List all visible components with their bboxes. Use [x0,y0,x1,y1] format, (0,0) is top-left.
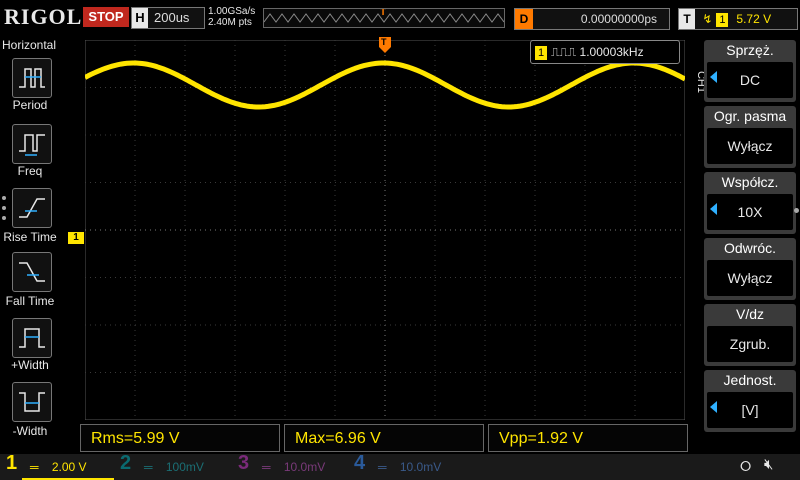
ch3-number[interactable]: 3 [238,452,249,475]
pos-width-label: +Width [11,358,49,372]
rise-time-label: Rise Time [3,230,57,244]
ch3-scale-tab[interactable]: ═ 10.0mV [254,456,346,478]
coupling-value: DC [707,62,793,98]
left-arrow-icon [710,401,717,413]
rigol-logo: RIGOL [4,4,83,29]
ch4-scale: 10.0mV [399,460,442,474]
ch4-number[interactable]: 4 [354,452,365,475]
sample-info: 1.00GSa/s 2.40M pts [208,6,255,28]
measurement-max: Max=6.96 V [284,424,484,452]
trigger-key: T [679,9,695,29]
unit-value: [V] [707,392,793,428]
coupling-option[interactable]: Sprzęż. DC [704,40,796,102]
trigger-source: 1 [716,12,729,27]
horizontal-key: H [132,8,148,28]
timebase-value: 200us [154,10,190,25]
overview-trigger-marker: T [380,8,387,18]
delay-key: D [515,9,533,29]
dc-coupling-icon: ═ [262,460,271,474]
probe-ratio-value: 10X [707,194,793,230]
freq-icon [19,134,45,156]
trigger-box[interactable]: T ↯ 1 5.72 V [678,8,798,30]
pulse-icon: ⎍⎍⎍ [551,45,577,59]
left-arrow-icon [710,203,717,215]
ch1-scale-tab[interactable]: ═ 2.00 V [22,456,114,480]
rise-time-button[interactable] [12,188,52,228]
ch1-ground-marker[interactable]: 1 [68,232,84,244]
probe-ratio-option[interactable]: Współcz. 10X [704,172,796,234]
volts-div-option[interactable]: V/dz Zgrub. [704,304,796,366]
sample-rate: 1.00GSa/s [208,6,256,17]
ch2-number[interactable]: 2 [120,452,131,475]
ch3-scale: 10.0mV [283,460,326,474]
rise-time-icon [19,198,45,218]
coupling-title: Sprzęż. [726,42,774,58]
trigger-level: 5.72 V [736,12,772,26]
edge-trigger-icon: ↯ [702,12,713,26]
trigger-position-text: T [381,37,387,47]
delay-value: 0.00000000ps [580,12,657,26]
negative-width-icon [19,392,45,412]
fall-time-icon [19,262,45,282]
unit-option[interactable]: Jednost. [V] [704,370,796,432]
measurement-vpp: Vpp=1.92 V [488,424,688,452]
volts-div-title: V/dz [735,306,764,322]
measurement-rms: Rms=5.99 V [80,424,280,452]
scroll-dot [2,196,6,200]
neg-width-button[interactable] [12,382,52,422]
volts-div-value: Zgrub. [707,326,793,362]
measure-menu: Period Freq Rise Time Fall Time +Width -… [0,36,60,456]
delay-box[interactable]: D 0.00000000ps [514,8,670,30]
period-label: Period [12,98,48,112]
dc-coupling-icon: ═ [378,460,387,474]
frequency-counter: 1 ⎍⎍⎍ 1.00003kHz [530,40,680,64]
ch1-scale: 2.00 V [51,460,87,474]
freq-label: Freq [17,164,43,178]
timebase-box[interactable]: H 200us [131,7,205,29]
ch2-scale-tab[interactable]: ═ 100mV [136,456,228,478]
waveform-display[interactable] [85,40,685,420]
bandwidth-title: Ogr. pasma [713,108,787,124]
speaker-mute-icon[interactable]: 🔇︎ [764,456,773,473]
trigger-position-marker[interactable]: T [379,37,391,55]
left-arrow-icon [710,71,717,83]
freq-value: 1.00003kHz [579,45,644,59]
menu-page-dot [794,208,799,213]
ch4-scale-tab[interactable]: ═ 10.0mV [370,456,462,478]
invert-option[interactable]: Odwróc. Wyłącz [704,238,796,300]
unit-title: Jednost. [723,372,777,388]
ch1-number[interactable]: 1 [6,452,17,475]
fall-time-label: Fall Time [5,294,55,308]
freq-channel: 1 [535,45,547,60]
bandwidth-value: Wyłącz [707,128,793,164]
waveform-overview-bar: T [263,8,505,28]
bandwidth-limit-option[interactable]: Ogr. pasma Wyłącz [704,106,796,168]
ch2-scale: 100mV [165,460,204,474]
run-stop-indicator[interactable]: STOP [83,7,129,27]
dc-coupling-icon: ═ [144,460,153,474]
pos-width-button[interactable] [12,318,52,358]
positive-width-icon [19,328,45,348]
invert-title: Odwróc. [723,240,777,256]
scroll-dot [2,216,6,220]
freq-button[interactable] [12,124,52,164]
neg-width-label: -Width [12,424,48,438]
fall-time-button[interactable] [12,252,52,292]
scroll-dot [2,206,6,210]
usb-icon: ⭘ [740,458,752,474]
period-icon [19,68,45,88]
period-button[interactable] [12,58,52,98]
dc-coupling-icon: ═ [30,460,39,474]
probe-ratio-title: Współcz. [721,174,779,190]
memory-depth: 2.40M pts [208,17,252,28]
invert-value: Wyłącz [707,260,793,296]
